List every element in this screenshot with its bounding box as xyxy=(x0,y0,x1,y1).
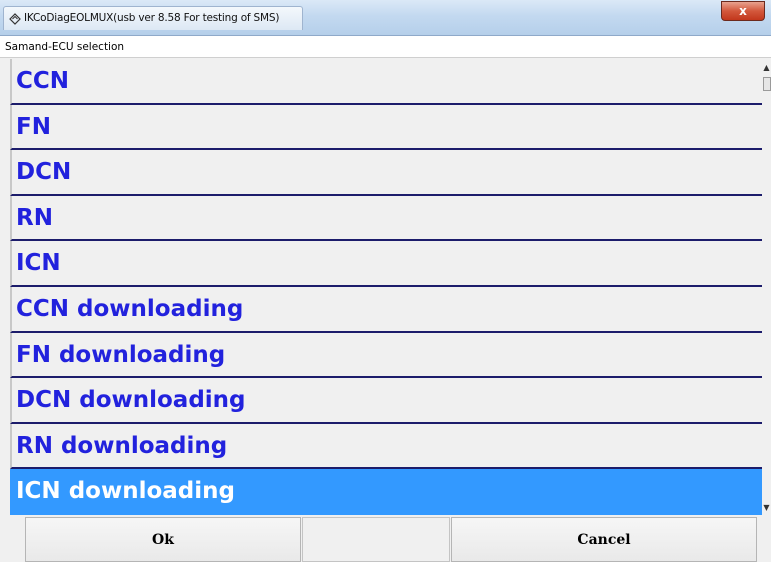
scroll-down-icon[interactable]: ▼ xyxy=(762,503,771,513)
list-item-label: FN xyxy=(16,113,51,140)
list-item-label: RN xyxy=(16,204,53,231)
window-title: IKCoDiagEOLMUX(usb ver 8.58 For testing … xyxy=(24,12,280,24)
diagnostic-app-icon xyxy=(9,13,21,25)
list-item-label: FN downloading xyxy=(16,341,226,368)
dialog-caption: Samand-ECU selection xyxy=(0,36,771,58)
list-item-label: ICN downloading xyxy=(16,478,235,505)
list-item-label: DCN downloading xyxy=(16,387,246,414)
vertical-scrollbar[interactable]: ▲ ▼ xyxy=(762,59,771,515)
list-item-fn-downloading[interactable]: FN downloading xyxy=(10,332,762,379)
list-item-ccn[interactable]: CCN xyxy=(10,59,762,105)
scrollbar-thumb[interactable] xyxy=(763,77,771,91)
ok-button[interactable]: Ok xyxy=(25,517,301,562)
list-item-label: RN downloading xyxy=(16,432,228,459)
list-item-label: ICN xyxy=(16,250,61,277)
close-button[interactable]: x xyxy=(721,1,765,21)
ecu-list[interactable]: CCN FN DCN RN ICN CCN downloading FN dow… xyxy=(10,59,762,515)
list-item-label: CCN downloading xyxy=(16,296,244,322)
list-item-dcn[interactable]: DCN xyxy=(10,150,762,196)
list-item-icn-downloading[interactable]: ICN downloading xyxy=(10,469,762,515)
scroll-up-icon[interactable]: ▲ xyxy=(762,63,771,73)
list-item-label: CCN xyxy=(16,68,70,94)
cancel-button[interactable]: Cancel xyxy=(451,517,757,562)
list-item-rn[interactable]: RN xyxy=(10,195,762,242)
list-item-rn-downloading[interactable]: RN downloading xyxy=(10,423,762,470)
list-item-fn[interactable]: FN xyxy=(10,104,762,151)
list-item-ccn-downloading[interactable]: CCN downloading xyxy=(10,287,762,333)
window-title-bar[interactable]: IKCoDiagEOLMUX(usb ver 8.58 For testing … xyxy=(0,0,771,36)
close-icon: x xyxy=(739,4,747,18)
list-item-dcn-downloading[interactable]: DCN downloading xyxy=(10,378,762,424)
button-spacer xyxy=(302,517,450,562)
list-item-icn[interactable]: ICN xyxy=(10,241,762,287)
list-item-label: DCN xyxy=(16,159,72,186)
